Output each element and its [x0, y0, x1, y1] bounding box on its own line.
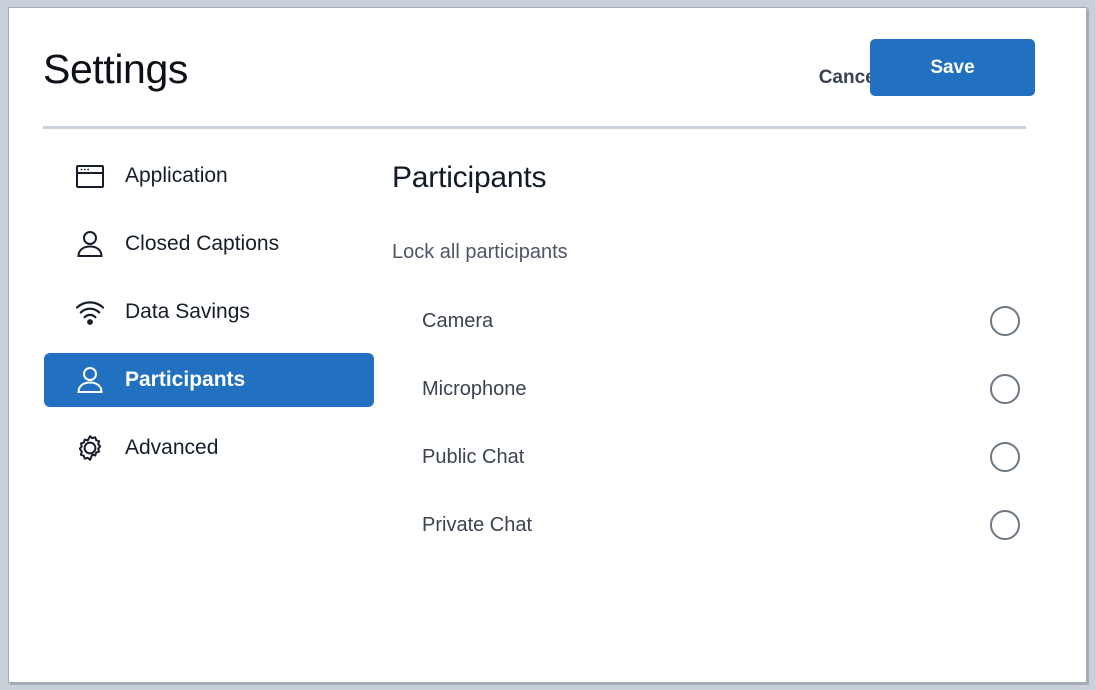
- sidebar-item-closed-captions[interactable]: Closed Captions: [44, 217, 374, 271]
- settings-sidebar: Application Closed Captions Data Savings Pa…: [9, 128, 384, 489]
- sidebar-item-label: Application: [125, 164, 228, 188]
- toggle-row-private-chat[interactable]: Private Chat: [392, 491, 1040, 559]
- page-title: Settings: [43, 49, 188, 90]
- settings-main-panel: Participants Lock all participants Camer…: [384, 128, 1086, 682]
- sidebar-item-label: Advanced: [125, 436, 218, 460]
- lock-toggle-list: Camera Microphone Public Chat Private Chat: [392, 287, 1040, 559]
- toggle-row-microphone[interactable]: Microphone: [392, 355, 1040, 423]
- sidebar-item-application[interactable]: Application: [44, 149, 374, 203]
- toggle-private-chat[interactable]: [990, 510, 1020, 540]
- wifi-icon: [74, 296, 106, 328]
- toggle-label: Public Chat: [422, 447, 524, 467]
- window-icon: [74, 160, 106, 192]
- sidebar-item-advanced[interactable]: Advanced: [44, 421, 374, 475]
- toggle-public-chat[interactable]: [990, 442, 1020, 472]
- save-button[interactable]: Save: [870, 39, 1035, 96]
- modal-body: Application Closed Captions Data Savings Pa…: [9, 128, 1086, 682]
- sidebar-item-data-savings[interactable]: Data Savings: [44, 285, 374, 339]
- toggle-label: Microphone: [422, 379, 527, 399]
- toggle-row-camera[interactable]: Camera: [392, 287, 1040, 355]
- toggle-camera[interactable]: [990, 306, 1020, 336]
- modal-header: Settings Cancel Save: [9, 8, 1086, 128]
- sidebar-item-participants[interactable]: Participants: [44, 353, 374, 407]
- sidebar-item-label: Participants: [125, 368, 245, 392]
- section-subtitle: Lock all participants: [392, 242, 1040, 262]
- person-icon: [74, 228, 106, 260]
- section-title: Participants: [392, 163, 1040, 193]
- toggle-label: Private Chat: [422, 515, 532, 535]
- toggle-label: Camera: [422, 311, 493, 331]
- toggle-row-public-chat[interactable]: Public Chat: [392, 423, 1040, 491]
- sidebar-item-label: Closed Captions: [125, 232, 279, 256]
- gear-icon: [74, 432, 106, 464]
- sidebar-item-label: Data Savings: [125, 300, 250, 324]
- person-icon: [74, 364, 106, 396]
- toggle-microphone[interactable]: [990, 374, 1020, 404]
- settings-modal: Settings Cancel Save Application Closed C…: [8, 7, 1087, 683]
